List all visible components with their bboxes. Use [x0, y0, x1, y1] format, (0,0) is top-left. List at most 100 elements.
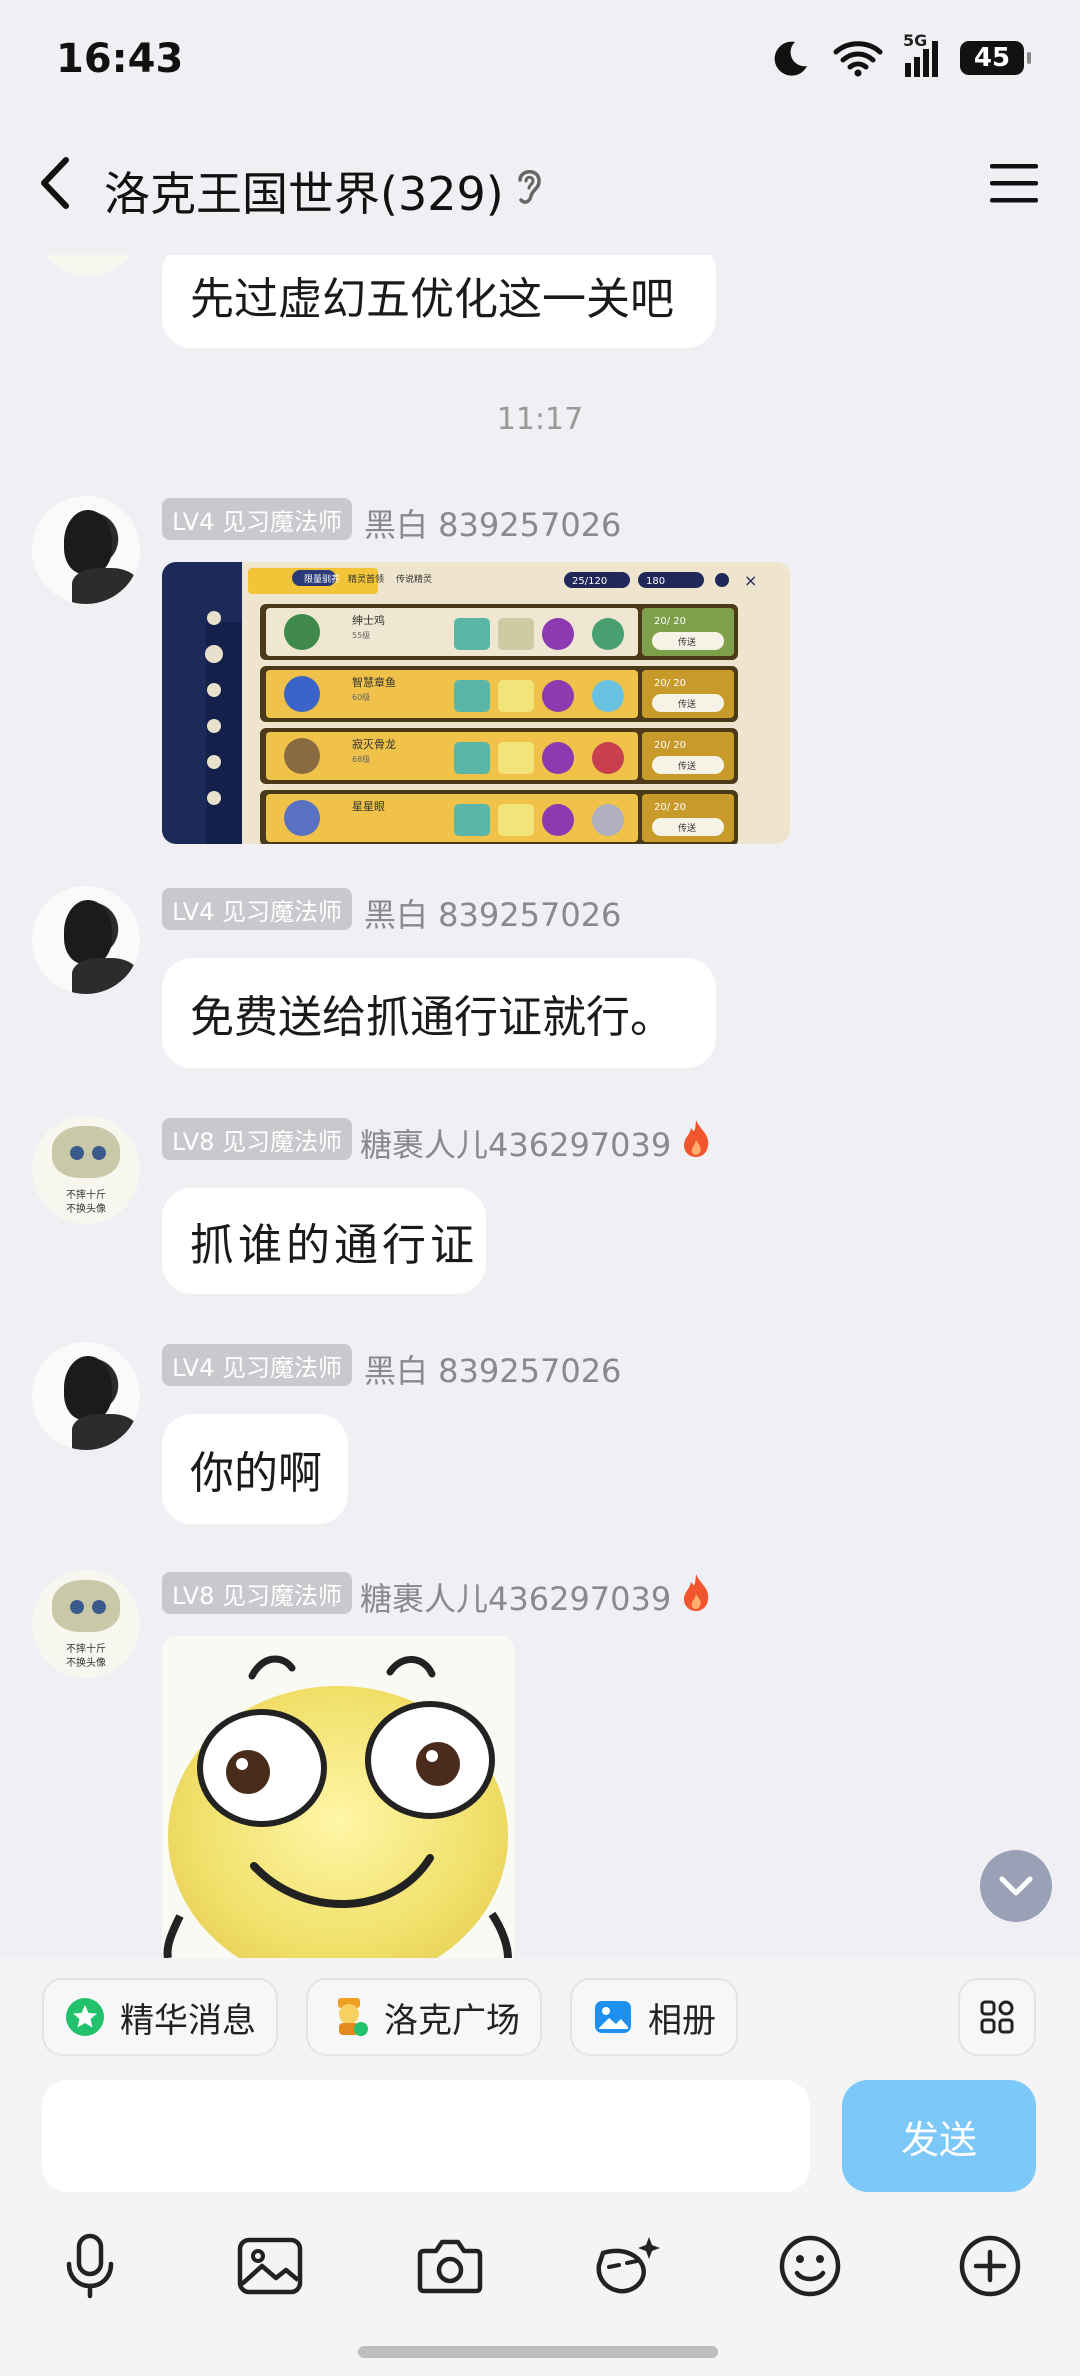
- message-text: 免费送给抓通行证就行。: [190, 992, 674, 1043]
- chip-label: 洛克广场: [384, 2000, 520, 2041]
- row-count: 20/ 20: [654, 740, 686, 751]
- status-bar: 16:43 5G 45: [0, 0, 1080, 120]
- row-count: 20/ 20: [654, 678, 686, 689]
- row-name: 星星眼: [352, 800, 385, 813]
- avatar[interactable]: 不摔十斤 不换头像: [32, 1116, 140, 1224]
- game-row: 绅士鸡 55级 20/ 20 传送: [260, 604, 738, 660]
- avatar-caption: 不摔十斤: [66, 1644, 106, 1655]
- chat-area[interactable]: 先过虚幻五优化这一关吧 11:17 LV4 见习魔法师 黑白 839257026…: [0, 0, 1080, 1958]
- counter-text: 180: [646, 576, 665, 587]
- sender-name[interactable]: 黑白 839257026: [364, 890, 621, 936]
- more-button[interactable]: [950, 2226, 1030, 2306]
- avatar-caption: 不摔十斤: [66, 1190, 106, 1201]
- chip-label: 精华消息: [120, 2000, 256, 2041]
- counter-text: 25/120: [572, 576, 607, 587]
- grid-apps-icon: [980, 2000, 1014, 2034]
- menu-icon[interactable]: [988, 160, 1040, 206]
- row-action: 传送: [678, 822, 696, 834]
- avatar-caption: 不换头像: [66, 1204, 106, 1215]
- roco-square-button[interactable]: 洛克广场: [306, 1978, 542, 2056]
- home-indicator[interactable]: [358, 2346, 718, 2358]
- level-badge: LV8 见习魔法师: [162, 1118, 353, 1160]
- message-input[interactable]: [42, 2080, 810, 2192]
- row-count: 20/ 20: [654, 616, 686, 627]
- camera-button[interactable]: [410, 2226, 490, 2306]
- image-button[interactable]: [230, 2226, 310, 2306]
- message-text: 抓谁的通行证: [190, 1220, 478, 1271]
- row-name: 绅士鸡: [352, 613, 385, 627]
- message-bubble[interactable]: 抓谁的通行证: [162, 1188, 486, 1294]
- cellular-signal-icon: 5G: [903, 31, 938, 77]
- avatar-caption: 不换头像: [66, 1658, 106, 1669]
- row-level: 60级: [352, 692, 370, 702]
- game-row: 寂灭骨龙 68级 20/ 20 传送: [260, 728, 738, 784]
- game-row: 智慧章鱼 60级 20/ 20 传送: [260, 666, 738, 722]
- battery-level: 45: [973, 43, 1011, 73]
- row-name: 寂灭骨龙: [352, 737, 396, 751]
- plus-circle-icon: [959, 2235, 1021, 2297]
- send-button[interactable]: 发送: [842, 2080, 1036, 2192]
- row-action: 传送: [678, 636, 696, 648]
- message-text: 你的啊: [190, 1448, 322, 1499]
- battery-icon: 45: [960, 41, 1031, 75]
- avatar[interactable]: [32, 496, 140, 604]
- row-level: 55级: [352, 630, 370, 640]
- smiley-icon: [779, 2235, 841, 2297]
- chip-label: 相册: [648, 2000, 716, 2041]
- emoji-sticker-image[interactable]: [162, 1636, 514, 1958]
- row-count: 20/ 20: [654, 802, 686, 813]
- message-text: 先过虚幻五优化这一关吧: [190, 274, 674, 325]
- scroll-to-bottom-button[interactable]: [980, 1850, 1052, 1922]
- level-badge: LV8 见习魔法师: [162, 1572, 353, 1614]
- wifi-icon: [833, 41, 883, 77]
- avatar[interactable]: [32, 1342, 140, 1450]
- game-row: 星星眼 20/ 20 传送: [260, 790, 738, 844]
- network-type-label: 5G: [903, 31, 928, 50]
- avatar[interactable]: 不摔十斤 不换头像: [32, 1570, 140, 1678]
- smiley-sticker: [162, 1636, 514, 1958]
- game-screenshot: × 25/120 180 限量驯养 精灵首领 传说精灵 绅士鸡 55级 20/ …: [162, 562, 790, 844]
- game-screenshot-image[interactable]: × 25/120 180 限量驯养 精灵首领 传说精灵 绅士鸡 55级 20/ …: [162, 562, 790, 844]
- row-action: 传送: [678, 698, 696, 710]
- tab-label: 限量驯养: [304, 573, 340, 585]
- chevron-down-icon: [999, 1876, 1033, 1896]
- sender-name[interactable]: 黑白 839257026: [364, 500, 621, 546]
- star-badge-icon: [66, 1998, 104, 2036]
- row-action: 传送: [678, 760, 696, 772]
- status-time: 16:43: [56, 36, 184, 82]
- image-icon: [237, 2237, 303, 2295]
- composer-panel: 精华消息 洛克广场 相册 发送: [0, 1958, 1080, 2376]
- sparkle-face-icon: [596, 2237, 660, 2294]
- chat-header: 洛克王国世界(329): [0, 120, 1080, 255]
- level-badge: LV4 见习魔法师: [162, 1344, 353, 1386]
- album-button[interactable]: 相册: [570, 1978, 738, 2056]
- essence-messages-button[interactable]: 精华消息: [42, 1978, 278, 2056]
- avatar[interactable]: [32, 886, 140, 994]
- sender-name[interactable]: 糖裹人儿436297039: [360, 1574, 671, 1620]
- message-bubble[interactable]: 先过虚幻五优化这一关吧: [162, 242, 716, 348]
- ai-sticker-button[interactable]: [588, 2226, 668, 2306]
- character-avatar-icon: [338, 1998, 368, 2036]
- level-badge: LV4 见习魔法师: [162, 498, 353, 540]
- tab-label: 精灵首领: [348, 573, 384, 585]
- emoji-button[interactable]: [770, 2226, 850, 2306]
- tab-label: 传说精灵: [396, 573, 432, 585]
- level-badge: LV4 见习魔法师: [162, 888, 353, 930]
- row-name: 智慧章鱼: [352, 675, 396, 689]
- message-bubble[interactable]: 免费送给抓通行证就行。: [162, 958, 716, 1068]
- photo-icon: [595, 2001, 631, 2033]
- voice-button[interactable]: [50, 2226, 130, 2306]
- sender-name[interactable]: 黑白 839257026: [364, 1346, 621, 1392]
- more-apps-button[interactable]: [958, 1978, 1036, 2056]
- message-timestamp: 11:17: [496, 402, 584, 437]
- message-bubble[interactable]: 你的啊: [162, 1414, 348, 1524]
- row-level: 68级: [352, 754, 370, 764]
- microphone-icon: [66, 2233, 114, 2299]
- group-title[interactable]: 洛克王国世界(329): [104, 158, 504, 224]
- flame-icon: [684, 1574, 709, 1611]
- back-arrow-icon[interactable]: [28, 148, 88, 218]
- sender-name[interactable]: 糖裹人儿436297039: [360, 1120, 671, 1166]
- ear-icon[interactable]: [512, 164, 546, 206]
- do-not-disturb-moon-icon: [774, 41, 807, 76]
- flame-icon: [684, 1120, 709, 1157]
